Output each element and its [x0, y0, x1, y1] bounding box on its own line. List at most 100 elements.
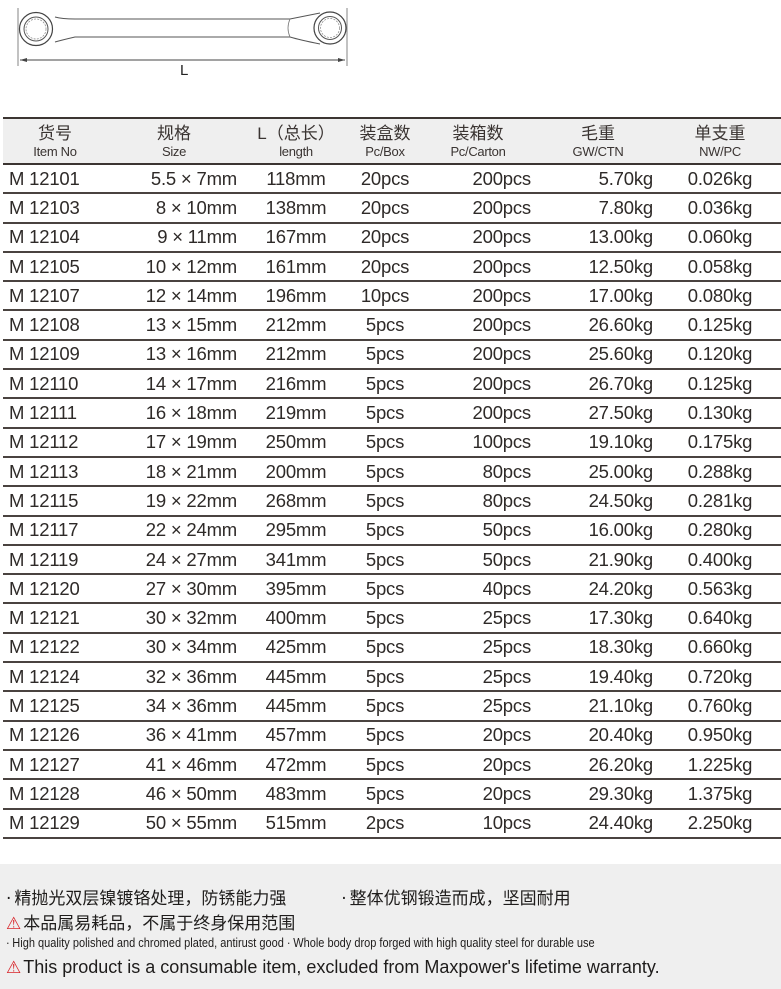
table-row: M 12104 9 × 11mm 167mm 20pcs 200pcs 13.00kg 0.… — [3, 222, 781, 253]
nw-pc-cell: 0.288kg — [659, 456, 781, 488]
pc-box-cell: 5pcs — [351, 339, 419, 371]
nw-pc-cell: 1.225kg — [659, 749, 781, 781]
size-cell: 36 × 41mm — [107, 720, 241, 751]
size-cell: 34 × 36mm — [107, 691, 241, 722]
table-row: M 12120 27 × 30mm 395mm 5pcs 40pcs 24.20kg 0.5… — [3, 574, 781, 605]
size-cell: 46 × 50mm — [107, 779, 241, 810]
length-cell: 212mm — [241, 339, 351, 371]
pc-box-cell: 5pcs — [351, 662, 419, 693]
gw-ctn-cell: 25.60kg — [537, 339, 659, 371]
header-size: 规格 Size — [107, 117, 241, 165]
nw-pc-cell: 0.563kg — [659, 574, 781, 605]
pc-carton-cell: 80pcs — [419, 456, 537, 488]
table-row: M 12122 30 × 34mm 425mm 5pcs 25pcs 18.30kg 0.6… — [3, 632, 781, 664]
pc-box-cell: 20pcs — [351, 164, 419, 195]
pc-box-cell: 20pcs — [351, 193, 419, 224]
item-no-cell: M 12101 — [3, 164, 107, 195]
zh-warning: 本品属易耗品，不属于终身保用范围 — [23, 914, 296, 934]
size-cell: 41 × 46mm — [107, 749, 241, 781]
zh-feature-1: 精抛光双层镍镀铬处理，防锈能力强 — [14, 889, 287, 909]
pc-carton-cell: 25pcs — [419, 662, 537, 693]
en-warning-line: ⚠ This product is a consumable item, excl… — [6, 957, 660, 978]
nw-pc-cell: 0.060kg — [659, 222, 781, 253]
gw-ctn-cell: 5.70kg — [537, 164, 659, 195]
table-row: M 12112 17 × 19mm 250mm 5pcs 100pcs 19.10kg 0.… — [3, 427, 781, 458]
pc-carton-cell: 200pcs — [419, 398, 537, 429]
nw-pc-cell: 0.400kg — [659, 544, 781, 576]
gw-ctn-cell: 16.00kg — [537, 515, 659, 546]
size-cell: 17 × 19mm — [107, 427, 241, 458]
header-item-no: 货号 Item No — [3, 117, 107, 165]
gw-ctn-cell: 24.20kg — [537, 574, 659, 605]
length-cell: 295mm — [241, 515, 351, 546]
pc-carton-cell: 20pcs — [419, 779, 537, 810]
size-cell: 27 × 30mm — [107, 574, 241, 605]
pc-carton-cell: 80pcs — [419, 486, 537, 517]
length-cell: 118mm — [241, 164, 351, 195]
gw-ctn-cell: 17.30kg — [537, 603, 659, 634]
table-row: M 12108 13 × 15mm 212mm 5pcs 200pcs 26.60kg 0.… — [3, 310, 781, 341]
size-cell: 22 × 24mm — [107, 515, 241, 546]
zh-feature-2: 整体优钢锻造而成，坚固耐用 — [349, 889, 571, 909]
item-no-cell: M 12115 — [3, 486, 107, 517]
en-feature-1: High quality polished and chromed plated… — [12, 936, 284, 950]
size-cell: 24 × 27mm — [107, 544, 241, 576]
nw-pc-cell: 0.640kg — [659, 603, 781, 634]
pc-box-cell: 2pcs — [351, 808, 419, 839]
item-no-cell: M 12103 — [3, 193, 107, 224]
size-cell: 13 × 15mm — [107, 310, 241, 341]
length-cell: 515mm — [241, 808, 351, 839]
size-cell: 19 × 22mm — [107, 486, 241, 517]
length-cell: 212mm — [241, 310, 351, 341]
gw-ctn-cell: 24.50kg — [537, 486, 659, 517]
item-no-cell: M 12119 — [3, 544, 107, 576]
header-gw-ctn: 毛重 GW/CTN — [537, 117, 659, 165]
warning-icon: ⚠ — [6, 914, 22, 934]
nw-pc-cell: 0.175kg — [659, 427, 781, 458]
item-no-cell: M 12124 — [3, 662, 107, 693]
item-no-cell: M 12107 — [3, 281, 107, 312]
length-cell: 341mm — [241, 544, 351, 576]
gw-ctn-cell: 7.80kg — [537, 193, 659, 224]
table-row: M 12107 12 × 14mm 196mm 10pcs 200pcs 17.00kg 0… — [3, 281, 781, 312]
nw-pc-cell: 1.375kg — [659, 779, 781, 810]
length-cell: 200mm — [241, 456, 351, 488]
table-row: M 12113 18 × 21mm 200mm 5pcs 80pcs 25.00kg 0.2… — [3, 456, 781, 488]
table-row: M 12129 50 × 55mm 515mm 2pcs 10pcs 24.40kg 2.2… — [3, 808, 781, 839]
header-pc-box: 装盒数 Pc/Box — [351, 117, 419, 165]
gw-ctn-cell: 18.30kg — [537, 632, 659, 664]
length-cell: 472mm — [241, 749, 351, 781]
item-no-cell: M 12112 — [3, 427, 107, 458]
gw-ctn-cell: 26.70kg — [537, 369, 659, 400]
length-cell: 268mm — [241, 486, 351, 517]
nw-pc-cell: 2.250kg — [659, 808, 781, 839]
pc-box-cell: 5pcs — [351, 749, 419, 781]
gw-ctn-cell: 12.50kg — [537, 251, 659, 283]
gw-ctn-cell: 25.00kg — [537, 456, 659, 488]
nw-pc-cell: 0.125kg — [659, 369, 781, 400]
pc-box-cell: 20pcs — [351, 251, 419, 283]
en-feature-line: · High quality polished and chromed plate… — [6, 936, 595, 950]
size-cell: 8 × 10mm — [107, 193, 241, 224]
table-row: M 12127 41 × 46mm 472mm 5pcs 20pcs 26.20kg 1.2… — [3, 749, 781, 781]
item-no-cell: M 12122 — [3, 632, 107, 664]
length-cell: 445mm — [241, 662, 351, 693]
gw-ctn-cell: 19.40kg — [537, 662, 659, 693]
nw-pc-cell: 0.125kg — [659, 310, 781, 341]
size-cell: 5.5 × 7mm — [107, 164, 241, 195]
pc-carton-cell: 50pcs — [419, 544, 537, 576]
item-no-cell: M 12109 — [3, 339, 107, 371]
pc-carton-cell: 100pcs — [419, 427, 537, 458]
pc-box-cell: 5pcs — [351, 779, 419, 810]
size-cell: 50 × 55mm — [107, 808, 241, 839]
item-no-cell: M 12104 — [3, 222, 107, 253]
pc-box-cell: 20pcs — [351, 222, 419, 253]
item-no-cell: M 12126 — [3, 720, 107, 751]
item-no-cell: M 12121 — [3, 603, 107, 634]
size-cell: 30 × 32mm — [107, 603, 241, 634]
length-cell: 216mm — [241, 369, 351, 400]
pc-carton-cell: 25pcs — [419, 691, 537, 722]
bullet: · — [341, 889, 347, 909]
pc-carton-cell: 200pcs — [419, 251, 537, 283]
nw-pc-cell: 0.281kg — [659, 486, 781, 517]
